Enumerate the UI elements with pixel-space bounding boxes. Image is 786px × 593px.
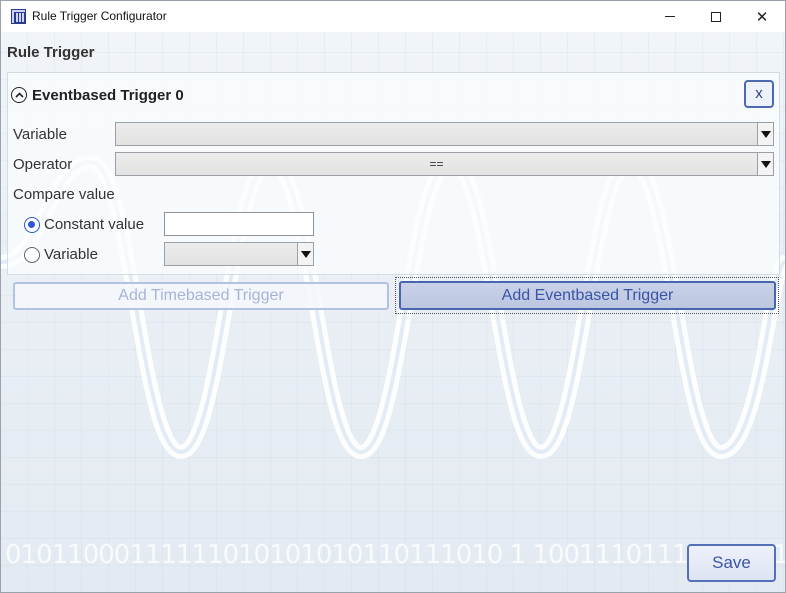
chevron-up-circle-icon[interactable] (11, 87, 27, 103)
operator-dropdown[interactable]: == (115, 152, 774, 176)
title-bar: Rule Trigger Configurator ✕ (1, 1, 785, 32)
variable-radio[interactable] (24, 247, 40, 263)
constant-value-label: Constant value (44, 216, 145, 233)
app-chip-icon (11, 9, 26, 24)
operator-label: Operator (13, 156, 73, 173)
add-eventbased-trigger-button[interactable]: Add Eventbased Trigger (399, 281, 776, 310)
maximize-button[interactable] (693, 1, 739, 32)
add-timebased-trigger-button[interactable]: Add Timebased Trigger (13, 282, 389, 310)
trigger-title: Eventbased Trigger 0 (32, 87, 184, 104)
trigger-panel: Eventbased Trigger 0 x Variable Operator… (7, 72, 780, 275)
constant-value-radio[interactable] (24, 217, 40, 233)
chevron-down-icon (757, 153, 773, 175)
binary-watermark: 01011000111111010101010110111010 1 10011… (5, 540, 786, 570)
minimize-icon (665, 16, 675, 17)
constant-value-input[interactable] (164, 212, 314, 236)
save-button[interactable]: Save (687, 544, 776, 582)
variable-dropdown[interactable] (115, 122, 774, 146)
operator-dropdown-value: == (429, 157, 444, 171)
compare-variable-dropdown[interactable] (164, 242, 314, 266)
minimize-button[interactable] (647, 1, 693, 32)
chevron-down-icon (297, 243, 313, 265)
client-area: 01011000111111010101010110111010 1 10011… (1, 32, 785, 592)
chevron-down-icon (757, 123, 773, 145)
app-window: Rule Trigger Configurator ✕ 010110001111… (0, 0, 786, 593)
variable-radio-label: Variable (44, 246, 98, 263)
variable-label: Variable (13, 126, 67, 143)
remove-trigger-button[interactable]: x (744, 80, 774, 108)
close-icon: ✕ (755, 8, 769, 26)
section-title: Rule Trigger (7, 44, 95, 61)
close-button[interactable]: ✕ (739, 1, 785, 32)
compare-value-label: Compare value (13, 186, 115, 203)
maximize-icon (711, 11, 721, 22)
window-title: Rule Trigger Configurator (32, 9, 167, 23)
